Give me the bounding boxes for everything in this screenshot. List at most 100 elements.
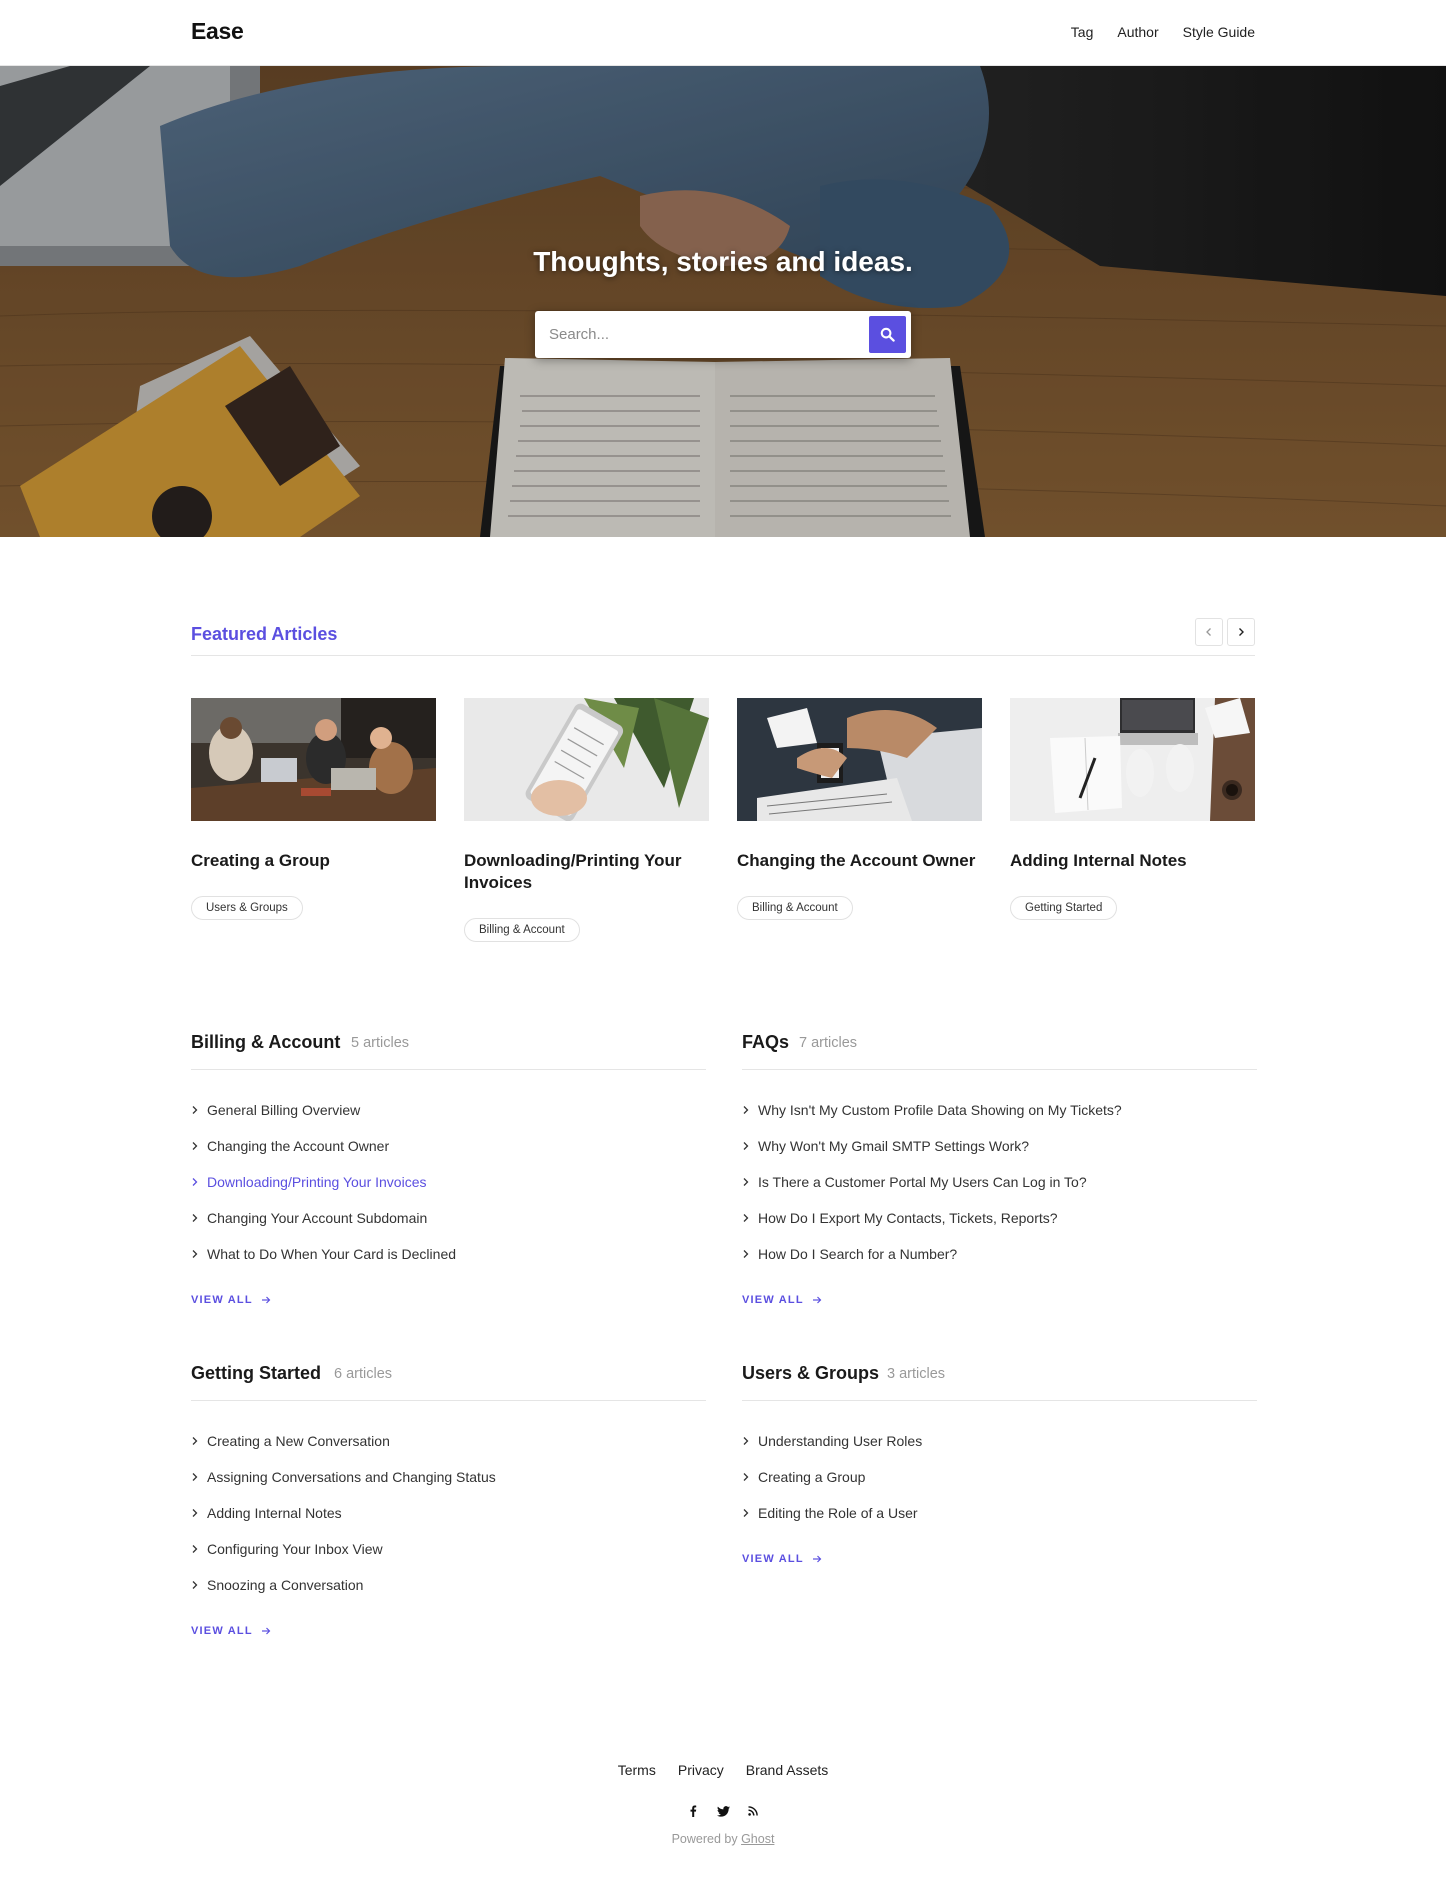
article-list: Why Isn't My Custom Profile Data Showing… xyxy=(742,1092,1257,1272)
card-title[interactable]: Changing the Account Owner xyxy=(737,850,982,872)
featured-card[interactable]: Adding Internal Notes Getting Started xyxy=(1010,698,1255,920)
article-title[interactable]: Configuring Your Inbox View xyxy=(207,1541,383,1557)
view-all-link[interactable]: VIEW ALL xyxy=(742,1294,1257,1306)
nav-style-guide[interactable]: Style Guide xyxy=(1183,24,1255,40)
featured-card[interactable]: Changing the Account Owner Billing & Acc… xyxy=(737,698,982,920)
article-title[interactable]: Understanding User Roles xyxy=(758,1433,922,1449)
article-title[interactable]: Is There a Customer Portal My Users Can … xyxy=(758,1174,1087,1190)
card-image-desk-documents[interactable] xyxy=(737,698,982,821)
article-link[interactable]: How Do I Export My Contacts, Tickets, Re… xyxy=(742,1200,1257,1236)
view-all-label[interactable]: VIEW ALL xyxy=(742,1553,804,1565)
featured-articles: Featured Articles Creating a Group Users… xyxy=(191,614,1255,942)
card-tag[interactable]: Billing & Account xyxy=(737,896,853,920)
view-all-label[interactable]: VIEW ALL xyxy=(191,1294,253,1306)
featured-header: Featured Articles xyxy=(191,614,1255,656)
article-title[interactable]: What to Do When Your Card is Declined xyxy=(207,1246,456,1262)
twitter-icon[interactable] xyxy=(715,1803,731,1819)
search-input[interactable] xyxy=(535,311,865,358)
facebook-icon[interactable] xyxy=(685,1803,701,1819)
arrow-right-icon xyxy=(812,1555,822,1563)
article-link[interactable]: Changing the Account Owner xyxy=(191,1128,706,1164)
arrow-right-icon xyxy=(261,1627,271,1635)
view-all-link[interactable]: VIEW ALL xyxy=(191,1625,706,1637)
chevron-right-icon xyxy=(742,1436,758,1446)
site-logo[interactable]: Ease xyxy=(191,18,244,45)
topic-title[interactable]: Getting Started xyxy=(191,1363,321,1384)
rss-icon[interactable] xyxy=(745,1803,761,1819)
article-title[interactable]: Changing the Account Owner xyxy=(207,1138,389,1154)
article-title[interactable]: Why Isn't My Custom Profile Data Showing… xyxy=(758,1102,1122,1118)
site-header: Ease Tag Author Style Guide xyxy=(0,0,1446,66)
card-title[interactable]: Downloading/Printing Your Invoices xyxy=(464,850,709,894)
article-link[interactable]: Changing Your Account Subdomain xyxy=(191,1200,706,1236)
card-image-phone-plant[interactable] xyxy=(464,698,709,821)
chevron-right-icon xyxy=(191,1141,207,1151)
topic-getting-started: Getting Started 6 articles Creating a Ne… xyxy=(191,1355,706,1637)
nav-tag[interactable]: Tag xyxy=(1071,24,1094,40)
article-link[interactable]: Creating a New Conversation xyxy=(191,1423,706,1459)
card-tag[interactable]: Getting Started xyxy=(1010,896,1118,920)
view-all-label[interactable]: VIEW ALL xyxy=(191,1625,253,1637)
article-link[interactable]: Editing the Role of a User xyxy=(742,1495,1257,1531)
card-tag[interactable]: Users & Groups xyxy=(191,896,303,920)
topic-title[interactable]: Billing & Account xyxy=(191,1032,340,1053)
view-all-link[interactable]: VIEW ALL xyxy=(742,1553,1257,1565)
nav-author[interactable]: Author xyxy=(1117,24,1158,40)
topic-title[interactable]: FAQs xyxy=(742,1032,789,1053)
article-link[interactable]: What to Do When Your Card is Declined xyxy=(191,1236,706,1272)
card-image-people-meeting[interactable] xyxy=(191,698,436,821)
search-box xyxy=(535,311,911,358)
chevron-right-icon xyxy=(742,1213,758,1223)
footer-link-terms[interactable]: Terms xyxy=(618,1762,656,1778)
article-link[interactable]: Why Won't My Gmail SMTP Settings Work? xyxy=(742,1128,1257,1164)
article-title[interactable]: Creating a New Conversation xyxy=(207,1433,390,1449)
view-all-link[interactable]: VIEW ALL xyxy=(191,1294,706,1306)
topic-article-count: 6 articles xyxy=(334,1366,393,1382)
article-link[interactable]: Downloading/Printing Your Invoices xyxy=(191,1164,706,1200)
article-title[interactable]: How Do I Search for a Number? xyxy=(758,1246,957,1262)
card-title[interactable]: Adding Internal Notes xyxy=(1010,850,1255,872)
topic-title[interactable]: Users & Groups xyxy=(742,1363,879,1384)
article-link[interactable]: Assigning Conversations and Changing Sta… xyxy=(191,1459,706,1495)
footer-link-privacy[interactable]: Privacy xyxy=(678,1762,724,1778)
footer-link-brand-assets[interactable]: Brand Assets xyxy=(746,1762,829,1778)
topic-billing-account: Billing & Account 5 articles General Bil… xyxy=(191,1024,706,1306)
chevron-right-icon xyxy=(191,1472,207,1482)
card-image-laptop-notebook[interactable] xyxy=(1010,698,1255,821)
article-title[interactable]: Changing Your Account Subdomain xyxy=(207,1210,427,1226)
article-title[interactable]: General Billing Overview xyxy=(207,1102,360,1118)
featured-card[interactable]: Creating a Group Users & Groups xyxy=(191,698,436,920)
article-link[interactable]: General Billing Overview xyxy=(191,1092,706,1128)
article-title[interactable]: Snoozing a Conversation xyxy=(207,1577,363,1593)
view-all-label[interactable]: VIEW ALL xyxy=(742,1294,804,1306)
topic-header: FAQs 7 articles xyxy=(742,1024,1257,1070)
article-title[interactable]: Editing the Role of a User xyxy=(758,1505,918,1521)
arrow-right-icon xyxy=(812,1296,822,1304)
article-link[interactable]: Understanding User Roles xyxy=(742,1423,1257,1459)
article-link[interactable]: Snoozing a Conversation xyxy=(191,1567,706,1603)
search-button[interactable] xyxy=(869,316,906,353)
powered-by-label: Powered by xyxy=(671,1832,742,1846)
article-title[interactable]: Creating a Group xyxy=(758,1469,865,1485)
chevron-right-icon xyxy=(742,1177,758,1187)
carousel-next-button[interactable] xyxy=(1227,618,1255,646)
hero-title: Thoughts, stories and ideas. xyxy=(533,246,913,277)
article-link[interactable]: Creating a Group xyxy=(742,1459,1257,1495)
article-link[interactable]: How Do I Search for a Number? xyxy=(742,1236,1257,1272)
article-link[interactable]: Adding Internal Notes xyxy=(191,1495,706,1531)
chevron-right-icon xyxy=(191,1105,207,1115)
card-title[interactable]: Creating a Group xyxy=(191,850,436,872)
article-link[interactable]: Configuring Your Inbox View xyxy=(191,1531,706,1567)
carousel-prev-button[interactable] xyxy=(1195,618,1223,646)
article-link[interactable]: Why Isn't My Custom Profile Data Showing… xyxy=(742,1092,1257,1128)
article-title[interactable]: Assigning Conversations and Changing Sta… xyxy=(207,1469,496,1485)
article-title[interactable]: Downloading/Printing Your Invoices xyxy=(207,1174,426,1190)
chevron-right-icon xyxy=(191,1249,207,1259)
article-title[interactable]: Adding Internal Notes xyxy=(207,1505,342,1521)
article-title[interactable]: How Do I Export My Contacts, Tickets, Re… xyxy=(758,1210,1058,1226)
featured-card[interactable]: Downloading/Printing Your Invoices Billi… xyxy=(464,698,709,942)
article-title[interactable]: Why Won't My Gmail SMTP Settings Work? xyxy=(758,1138,1029,1154)
article-link[interactable]: Is There a Customer Portal My Users Can … xyxy=(742,1164,1257,1200)
powered-by-ghost-link[interactable]: Ghost xyxy=(741,1832,774,1846)
card-tag[interactable]: Billing & Account xyxy=(464,918,580,942)
